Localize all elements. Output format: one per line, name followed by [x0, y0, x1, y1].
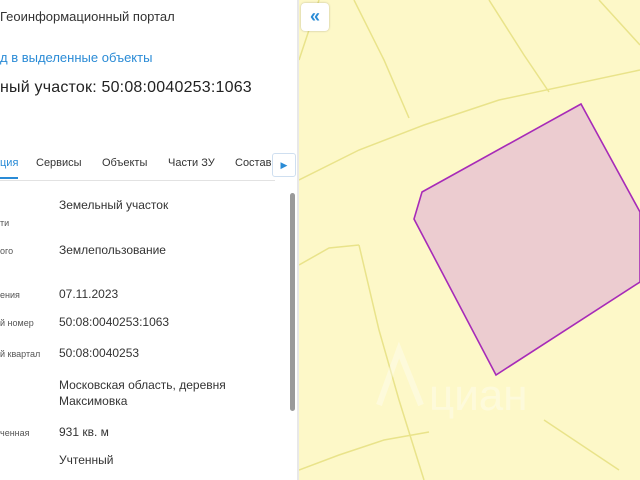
chevron-right-icon: ▶: [280, 160, 288, 170]
detail-label: ения: [0, 290, 20, 300]
detail-label: й номер: [0, 318, 34, 328]
detail-value: 50:08:0040253: [59, 346, 140, 360]
cadastral-map[interactable]: циан: [299, 0, 640, 480]
detail-value: Земельный участок: [59, 198, 169, 212]
detail-label: й квартал: [0, 349, 41, 359]
parcel-title: ный участок: 50:08:0040253:1063: [0, 79, 252, 96]
detail-value: 931 кв. м: [59, 425, 109, 439]
detail-value: 07.11.2023: [59, 287, 119, 301]
double-chevron-left-icon: «: [309, 6, 320, 26]
back-to-selected-link[interactable]: д в выделенные объекты: [0, 50, 152, 65]
watermark-text: циан: [429, 371, 528, 420]
detail-value: 50:08:0040253:1063: [59, 315, 170, 329]
detail-value-address: Московская область, деревня Максимовка: [59, 378, 226, 408]
detail-label: ти: [0, 218, 10, 228]
tab-info[interactable]: ция: [0, 157, 18, 169]
scrollbar-thumb[interactable]: [290, 193, 295, 411]
portal-title: Геоинформационный портал: [0, 9, 175, 24]
tab-objects[interactable]: Объекты: [102, 157, 147, 169]
tabs-scroll-next-button[interactable]: ▶: [272, 153, 296, 177]
tab-services[interactable]: Сервисы: [36, 157, 82, 169]
collapse-panel-button[interactable]: «: [301, 3, 329, 31]
detail-value-status: Учтенный: [59, 453, 114, 467]
detail-value: Землепользование: [59, 243, 166, 257]
active-tab-indicator: [0, 177, 18, 179]
detail-label: ченная: [0, 428, 30, 438]
map-canvas[interactable]: циан: [299, 0, 640, 480]
info-panel: Геоинформационный портал д в выделенные …: [0, 0, 299, 480]
detail-label: ого: [0, 246, 14, 256]
tab-composition[interactable]: Состав: [235, 157, 271, 169]
tab-parcel-parts[interactable]: Части ЗУ: [168, 157, 215, 169]
tabs-bar: ция Сервисы Объекты Части ЗУ Состав: [0, 150, 275, 181]
